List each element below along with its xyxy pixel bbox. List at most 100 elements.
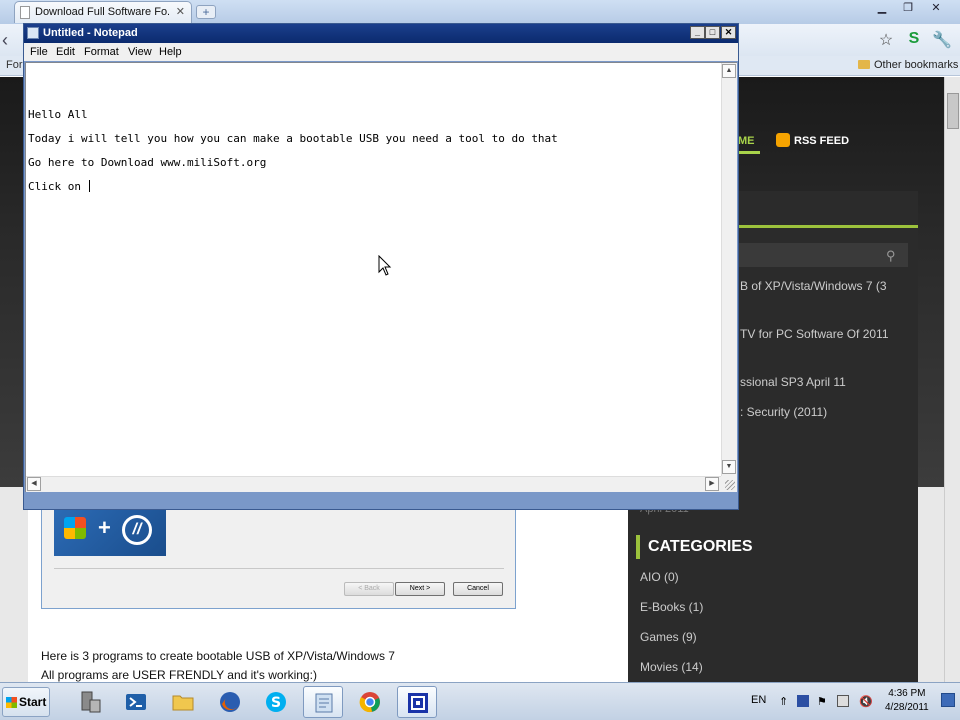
close-icon[interactable]: ✕: [721, 26, 736, 39]
tab-title: Download Full Software Fo...: [35, 6, 169, 18]
screen-recorder-icon: [408, 693, 428, 713]
nav-home-link[interactable]: ME: [738, 135, 755, 147]
divider: [54, 568, 504, 569]
text-line: Go here to Download www.miliSoft.org: [28, 156, 267, 169]
show-desktop-button[interactable]: [941, 693, 955, 707]
minimize-icon[interactable]: ▁: [870, 1, 894, 16]
text-editor[interactable]: Hello All Today i will tell you how you …: [25, 62, 737, 492]
cancel-button: Cancel: [453, 582, 503, 596]
menu-bar: File Edit Format View Help: [24, 43, 738, 61]
menu-format[interactable]: Format: [84, 46, 119, 58]
recent-post-link[interactable]: B of XP/Vista/Windows 7 (3: [740, 279, 887, 293]
nav-rss-link[interactable]: RSS FEED: [776, 133, 849, 147]
menu-file[interactable]: File: [30, 46, 48, 58]
powershell-icon: [126, 694, 146, 710]
recent-post-link[interactable]: TV for PC Software Of 2011: [740, 327, 889, 341]
article-paragraph: Here is 3 programs to create bootable US…: [41, 649, 395, 663]
category-link[interactable]: E-Books (1): [640, 600, 703, 614]
new-tab-button[interactable]: +: [196, 5, 216, 19]
server-manager-icon: [81, 691, 101, 713]
rss-label: RSS FEED: [794, 135, 850, 147]
taskbar-notepad[interactable]: [303, 686, 343, 718]
grip-icon: [725, 480, 735, 490]
language-indicator[interactable]: EN: [751, 694, 766, 706]
restore-icon[interactable]: ❐: [896, 1, 920, 16]
windows-logo-icon: [6, 697, 17, 708]
speaker-muted-icon[interactable]: 🔇: [859, 695, 873, 708]
back-button: < Back: [344, 582, 394, 596]
vertical-scrollbar[interactable]: ▲ ▼: [721, 63, 737, 476]
next-button: Next >: [395, 582, 445, 596]
window-title: Untitled - Notepad: [43, 27, 138, 39]
scroll-left-icon[interactable]: ◀: [27, 477, 41, 491]
clock-date: 4/28/2011: [885, 702, 929, 713]
clock[interactable]: 4:36 PM 4/28/2011: [885, 687, 929, 715]
wrench-icon[interactable]: 🔧: [932, 30, 952, 50]
taskbar: Start S EN ⇑ ⚑ 🔇 4:36 PM 4/28/2011: [0, 682, 960, 720]
system-tray: EN ⇑ ⚑ 🔇 4:36 PM 4/28/2011: [745, 683, 960, 720]
taskbar-server-manager[interactable]: [70, 686, 110, 718]
recent-post-link[interactable]: : Security (2011): [740, 405, 827, 419]
menu-edit[interactable]: Edit: [56, 46, 75, 58]
bookmark-item[interactable]: For: [6, 59, 23, 71]
taskbar-skype[interactable]: S: [256, 686, 296, 718]
flag-icon[interactable]: ⚑: [817, 695, 829, 708]
recent-post-link[interactable]: ssional SP3 April 11: [740, 375, 846, 389]
svg-text:S: S: [271, 695, 281, 711]
folder-icon: [172, 695, 194, 711]
back-arrow-icon[interactable]: ‹: [2, 30, 8, 51]
skype-extension-icon[interactable]: S: [904, 30, 924, 50]
search-icon[interactable]: ⚲: [886, 248, 896, 264]
resize-grip[interactable]: [721, 476, 737, 492]
nav-active-underline: [738, 151, 760, 154]
category-link[interactable]: AIO (0): [640, 570, 679, 584]
page-icon: [20, 6, 30, 19]
browser-titlebar: Download Full Software Fo... ✕ + ▁ ❐ ✕: [0, 0, 960, 24]
taskbar-chrome[interactable]: [350, 686, 390, 718]
rss-icon: [776, 133, 790, 147]
scrollbar-thumb[interactable]: [947, 93, 959, 129]
windows-usb-logo: + //: [54, 509, 166, 556]
horizontal-scrollbar[interactable]: ◀ ▶: [26, 476, 721, 492]
network-icon[interactable]: [797, 695, 809, 707]
page-scrollbar[interactable]: [944, 77, 960, 682]
category-link[interactable]: Movies (14): [640, 660, 703, 674]
close-icon[interactable]: ✕: [924, 1, 948, 16]
chevron-up-icon[interactable]: ⇑: [779, 695, 791, 708]
close-tab-icon[interactable]: ✕: [176, 5, 185, 18]
usb-tool-icon: //: [122, 515, 152, 545]
notepad-icon: [315, 693, 333, 713]
text-line: Today i will tell you how you can make a…: [28, 132, 558, 145]
taskbar-recorder[interactable]: [397, 686, 437, 718]
scroll-right-icon[interactable]: ▶: [705, 477, 719, 491]
monitor-icon[interactable]: [837, 695, 849, 707]
other-bookmarks-label: Other bookmarks: [874, 59, 959, 71]
maximize-icon[interactable]: □: [705, 26, 720, 39]
skype-icon: S: [266, 692, 286, 712]
sidebar-search-input[interactable]: [738, 243, 908, 267]
taskbar-firefox[interactable]: [210, 686, 250, 718]
taskbar-explorer[interactable]: [163, 686, 203, 718]
text-line: Hello All: [28, 108, 88, 121]
other-bookmarks-button[interactable]: Other bookmarks: [858, 59, 958, 71]
browser-tab[interactable]: Download Full Software Fo... ✕: [14, 1, 192, 23]
category-link[interactable]: Games (9): [640, 630, 697, 644]
menu-help[interactable]: Help: [159, 46, 182, 58]
notepad-titlebar[interactable]: Untitled - Notepad _ □ ✕: [24, 24, 738, 43]
text-line: Click on: [28, 180, 88, 193]
article-paragraph: All programs are USER FRENDLY and it's w…: [41, 668, 317, 682]
star-icon[interactable]: ☆: [876, 30, 896, 50]
categories-heading: CATEGORIES: [636, 535, 753, 559]
minimize-icon[interactable]: _: [690, 26, 705, 39]
text-caret: [88, 180, 90, 192]
clock-time: 4:36 PM: [888, 688, 926, 699]
menu-view[interactable]: View: [128, 46, 152, 58]
plus-icon: +: [98, 515, 111, 540]
chrome-icon: [359, 692, 380, 713]
installer-screenshot: + // < Back Next > Cancel: [41, 501, 516, 609]
scroll-up-icon[interactable]: ▲: [722, 64, 736, 78]
start-button[interactable]: Start: [2, 687, 50, 717]
notepad-icon: [27, 27, 39, 39]
taskbar-powershell[interactable]: [116, 686, 156, 718]
scroll-down-icon[interactable]: ▼: [722, 460, 736, 474]
